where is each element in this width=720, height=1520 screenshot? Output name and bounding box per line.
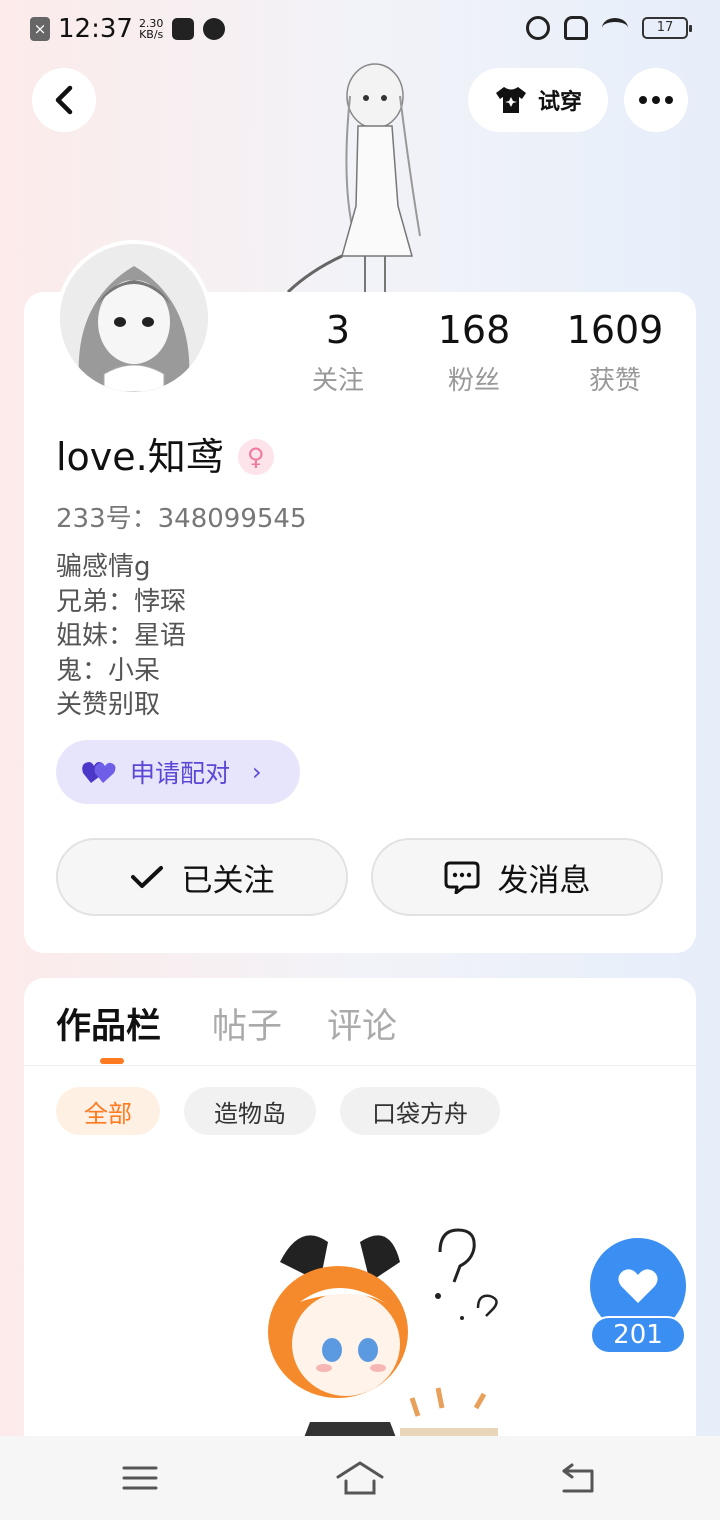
filter-chip-creation-island[interactable]: 造物岛: [184, 1087, 316, 1135]
tab-works[interactable]: 作品栏: [56, 998, 161, 1049]
back-button[interactable]: [32, 68, 96, 132]
status-time: 12:37: [58, 14, 133, 44]
like-count: 201: [590, 1316, 686, 1354]
stat-likes-label: 获赞: [588, 366, 641, 396]
more-button[interactable]: [624, 68, 688, 132]
bio-line: 兄弟：悖琛: [56, 586, 187, 617]
stat-following-label: 关注: [311, 366, 364, 396]
try-on-label: 试穿: [537, 90, 582, 115]
bio: 骗感情g 兄弟：悖琛 姐妹：星语 鬼：小呆 关赞别取: [56, 550, 186, 723]
hamburger-icon: [122, 1466, 158, 1490]
bio-line: 姐妹：星语: [56, 621, 187, 651]
avatar[interactable]: [56, 240, 212, 396]
name-row: love.知鸢 ♀: [56, 434, 274, 480]
empty-state-illustration: [268, 1228, 498, 1448]
heart-icon: [618, 1269, 658, 1303]
menu-nav-button[interactable]: [110, 1458, 170, 1498]
more-dots-icon: [639, 96, 673, 104]
network-speed: 2.30 KB/s: [138, 17, 164, 41]
apply-pair-label: 申请配对: [130, 759, 231, 788]
try-on-button[interactable]: 试穿: [468, 68, 608, 132]
avatar-image: [60, 244, 208, 392]
system-nav-bar: [0, 1436, 720, 1520]
filter-chip-all[interactable]: 全部: [56, 1087, 160, 1135]
bio-line: 关赞别取: [56, 690, 161, 720]
send-message-label: 发消息: [497, 862, 591, 899]
character-figure-image: [286, 63, 421, 294]
tshirt-icon: [495, 87, 526, 113]
bio-line: 骗感情g: [56, 552, 151, 582]
stat-following[interactable]: 3 关注: [268, 308, 408, 397]
username: love.知鸢: [56, 435, 224, 479]
chevron-right-icon: ›: [252, 758, 262, 786]
close-notification-icon: ×: [30, 17, 50, 41]
return-icon: [562, 1463, 594, 1493]
status-bar: × 12:37 2.30 KB/s 17: [0, 0, 720, 58]
home-nav-button[interactable]: [330, 1458, 390, 1498]
stat-likes[interactable]: 1609 获赞: [545, 308, 685, 397]
purple-hearts-icon: [82, 762, 116, 783]
home-icon: [336, 1461, 384, 1495]
back-nav-button[interactable]: [548, 1458, 608, 1498]
followed-label: 已关注: [181, 862, 275, 899]
mute-bell-icon: [564, 16, 588, 40]
user-id: 233号：348099545: [56, 504, 307, 534]
alarm-icon: [526, 16, 550, 40]
tab-posts[interactable]: 帖子: [212, 998, 282, 1049]
stat-likes-count: 1609: [566, 308, 664, 352]
check-icon: [130, 866, 163, 888]
bio-line: 鬼：小呆: [56, 655, 161, 686]
battery-icon: 17: [642, 17, 692, 39]
filter-chip-pocket-ark[interactable]: 口袋方舟: [340, 1087, 500, 1135]
stat-fans-count: 168: [437, 308, 511, 352]
tab-comments[interactable]: 评论: [327, 998, 397, 1049]
tab-divider: [24, 1065, 696, 1066]
app-notification-icon: [172, 18, 195, 40]
wifi-icon: [602, 18, 628, 38]
send-message-button[interactable]: 发消息: [371, 838, 663, 916]
followed-button[interactable]: 已关注: [56, 838, 348, 916]
stat-fans[interactable]: 168 粉丝: [404, 308, 544, 397]
chat-bubble-icon: [444, 861, 479, 894]
stat-following-count: 3: [325, 308, 351, 352]
active-tab-indicator: [100, 1058, 124, 1064]
planet-notification-icon: [203, 18, 226, 40]
apply-pair-button[interactable]: 申请配对 ›: [56, 740, 300, 804]
female-gender-icon: ♀: [237, 439, 274, 475]
stat-fans-label: 粉丝: [447, 366, 500, 396]
chevron-left-icon: [55, 85, 73, 115]
